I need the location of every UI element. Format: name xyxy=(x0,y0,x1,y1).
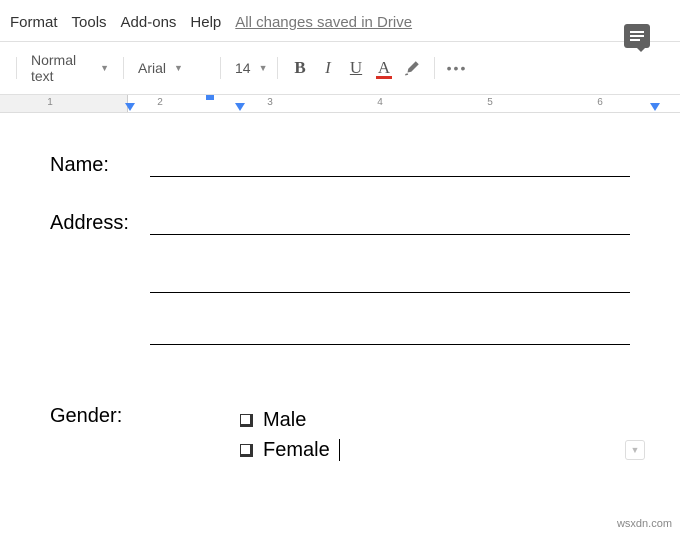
toolbar-separator xyxy=(434,57,435,79)
gender-option-label: Male xyxy=(263,405,306,435)
gender-option-male[interactable]: Male xyxy=(240,405,340,435)
ruler-label: 5 xyxy=(487,97,493,108)
address-line-2[interactable] xyxy=(150,269,630,293)
comment-icon[interactable] xyxy=(624,24,650,48)
gender-option-female[interactable]: Female xyxy=(240,435,340,465)
menu-help[interactable]: Help xyxy=(190,14,221,31)
checkbox-icon[interactable] xyxy=(240,414,253,427)
menu-addons[interactable]: Add-ons xyxy=(121,14,177,31)
toolbar-separator xyxy=(123,57,124,79)
first-line-indent-marker[interactable] xyxy=(206,95,214,100)
name-label: Name: xyxy=(50,154,150,177)
underline-button[interactable]: U xyxy=(342,54,370,82)
toolbar: Normal text ▼ Arial ▼ 14 ▼ B I U A ••• xyxy=(0,41,680,95)
ruler-label: 1 xyxy=(47,97,53,108)
gender-row: Gender: Male Female xyxy=(50,405,630,465)
address-line-3[interactable] xyxy=(150,321,630,345)
menu-tools[interactable]: Tools xyxy=(72,14,107,31)
watermark: wsxdn.com xyxy=(617,518,672,530)
address-line-1[interactable] xyxy=(150,211,630,235)
font-size-dropdown[interactable]: 14 ▼ xyxy=(229,56,269,80)
toolbar-separator xyxy=(220,57,221,79)
text-color-button[interactable]: A xyxy=(370,54,398,82)
font-size-value: 14 xyxy=(235,60,251,76)
font-family-dropdown[interactable]: Arial ▼ xyxy=(132,56,212,80)
hanging-indent-marker[interactable] xyxy=(235,103,245,111)
ruler-label: 6 xyxy=(597,97,603,108)
bold-button[interactable]: B xyxy=(286,54,314,82)
dropdown-arrow-icon: ▼ xyxy=(259,63,268,73)
ruler-label: 3 xyxy=(267,97,273,108)
outline-toggle-button[interactable]: ▼ xyxy=(625,440,645,460)
ruler-label: 2 xyxy=(157,97,163,108)
document-canvas[interactable]: Name: Address: Gender: Male Female xyxy=(0,113,680,485)
name-line[interactable] xyxy=(150,153,630,177)
comment-lines xyxy=(630,29,644,43)
address-row: Address: xyxy=(50,211,630,235)
paragraph-style-label: Normal text xyxy=(31,52,92,84)
menu-format[interactable]: Format xyxy=(10,14,58,31)
text-cursor xyxy=(339,439,340,461)
ruler[interactable]: 1 2 3 4 5 6 xyxy=(0,95,680,113)
italic-button[interactable]: I xyxy=(314,54,342,82)
paragraph-style-dropdown[interactable]: Normal text ▼ xyxy=(25,48,115,88)
ruler-label: 4 xyxy=(377,97,383,108)
checkbox-icon[interactable] xyxy=(240,444,253,457)
saved-status[interactable]: All changes saved in Drive xyxy=(235,14,412,31)
dropdown-arrow-icon: ▼ xyxy=(174,63,183,73)
gender-label: Gender: xyxy=(50,405,240,465)
toolbar-separator xyxy=(16,57,17,79)
toolbar-separator xyxy=(277,57,278,79)
address-label: Address: xyxy=(50,212,150,235)
name-row: Name: xyxy=(50,153,630,177)
more-tools-button[interactable]: ••• xyxy=(443,54,471,82)
text-color-swatch xyxy=(376,76,392,79)
left-indent-marker[interactable] xyxy=(125,103,135,111)
right-indent-marker[interactable] xyxy=(650,103,660,111)
menubar: Format Tools Add-ons Help All changes sa… xyxy=(0,0,680,41)
highlight-button[interactable] xyxy=(398,54,426,82)
dropdown-arrow-icon: ▼ xyxy=(100,63,109,73)
font-family-label: Arial xyxy=(138,60,166,76)
gender-option-label: Female xyxy=(263,435,330,465)
gender-options: Male Female xyxy=(240,405,340,465)
highlighter-icon xyxy=(403,59,421,77)
